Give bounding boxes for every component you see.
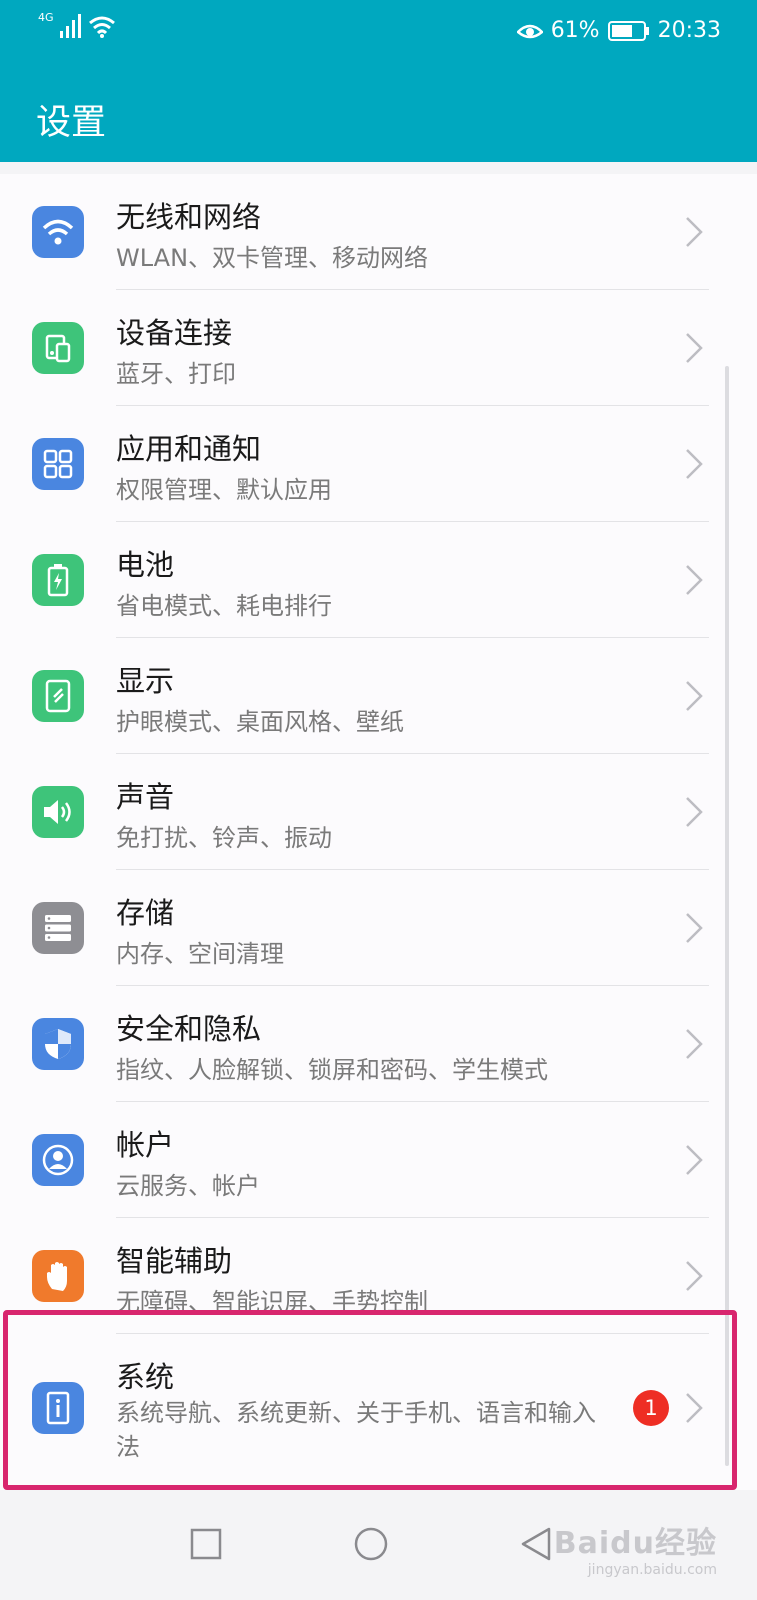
home-button[interactable] [347, 1520, 395, 1568]
network-type-label: 4G [38, 11, 54, 24]
chevron-right-icon [686, 449, 703, 479]
item-title: 安全和隐私 [116, 1012, 262, 1046]
recents-button[interactable] [182, 1520, 230, 1568]
chevron-right-icon [686, 797, 703, 827]
storage-icon [32, 902, 84, 954]
item-subtitle: 蓝牙、打印 [116, 360, 236, 388]
battery-percent: 61% [550, 18, 600, 43]
item-subtitle: 内存、空间清理 [116, 940, 284, 968]
settings-item-smart-assist[interactable]: 智能辅助 无障碍、智能识屏、手势控制 [0, 1218, 757, 1334]
item-title: 帐户 [116, 1128, 175, 1162]
settings-item-sound[interactable]: 声音 免打扰、铃声、振动 [0, 754, 757, 870]
settings-item-display[interactable]: 显示 护眼模式、桌面风格、壁纸 [0, 638, 757, 754]
square-icon [190, 1528, 222, 1560]
item-subtitle: 护眼模式、桌面风格、壁纸 [116, 708, 404, 736]
page-title: 设置 [36, 103, 107, 143]
chevron-right-icon [686, 1261, 703, 1291]
item-title: 应用和通知 [116, 432, 262, 466]
battery-icon [32, 554, 84, 606]
navigation-bar: Baidu经验 jingyan.baidu.com [0, 1490, 757, 1600]
item-subtitle: 免打扰、铃声、振动 [116, 824, 332, 852]
circle-icon [354, 1527, 388, 1561]
item-title: 系统 [116, 1360, 175, 1394]
item-title: 智能辅助 [116, 1244, 233, 1278]
status-right: 61% 20:33 [516, 18, 721, 43]
chevron-right-icon [686, 1145, 703, 1175]
item-subtitle: 云服务、帐户 [116, 1172, 260, 1200]
watermark-url: jingyan.baidu.com [587, 1562, 717, 1578]
shield-icon [32, 1018, 84, 1070]
app-bar: 设置 [0, 66, 757, 162]
signal-icon [59, 14, 81, 38]
display-icon [32, 670, 84, 722]
battery-status-icon [607, 20, 649, 41]
system-info-icon [32, 1382, 84, 1434]
item-subtitle: WLAN、双卡管理、移动网络 [116, 244, 429, 272]
watermark-brand: Baidu经验 [553, 1526, 717, 1561]
item-title: 设备连接 [116, 316, 233, 350]
triangle-back-icon [521, 1527, 551, 1561]
speaker-icon [32, 786, 84, 838]
chevron-right-icon [686, 913, 703, 943]
scrollbar[interactable] [725, 366, 729, 1466]
item-title: 电池 [116, 548, 175, 582]
hand-icon [32, 1250, 84, 1302]
settings-item-apps[interactable]: 应用和通知 权限管理、默认应用 [0, 406, 757, 522]
clock: 20:33 [657, 18, 721, 43]
settings-list: 无线和网络 WLAN、双卡管理、移动网络 设备连接 蓝牙、打印 应用和通知 权限… [0, 174, 757, 1490]
item-subtitle: 无障碍、智能识屏、手势控制 [116, 1288, 428, 1316]
status-left: 4G [38, 11, 116, 38]
device-connection-icon [32, 322, 84, 374]
chevron-right-icon [686, 565, 703, 595]
item-title: 声音 [116, 780, 175, 814]
settings-item-wireless[interactable]: 无线和网络 WLAN、双卡管理、移动网络 [0, 174, 757, 290]
item-title: 存储 [116, 896, 175, 930]
watermark: Baidu经验 jingyan.baidu.com [554, 1518, 717, 1578]
account-icon [32, 1134, 84, 1186]
chevron-right-icon [686, 1029, 703, 1059]
notification-badge: 1 [633, 1390, 669, 1426]
wifi-status-icon [88, 16, 115, 38]
chevron-right-icon [686, 333, 703, 363]
eye-comfort-icon [516, 24, 543, 38]
wifi-icon [32, 206, 84, 258]
chevron-right-icon [686, 1393, 703, 1423]
chevron-right-icon [686, 217, 703, 247]
settings-item-device-connection[interactable]: 设备连接 蓝牙、打印 [0, 290, 757, 406]
item-subtitle: 省电模式、耗电排行 [116, 592, 332, 620]
settings-item-battery[interactable]: 电池 省电模式、耗电排行 [0, 522, 757, 638]
item-subtitle: 系统导航、系统更新、关于手机、语言和输入法 [116, 1399, 596, 1461]
settings-item-security[interactable]: 安全和隐私 指纹、人脸解锁、锁屏和密码、学生模式 [0, 986, 757, 1102]
settings-item-storage[interactable]: 存储 内存、空间清理 [0, 870, 757, 986]
item-subtitle: 权限管理、默认应用 [116, 476, 332, 504]
item-subtitle: 指纹、人脸解锁、锁屏和密码、学生模式 [116, 1056, 548, 1084]
status-bar: 4G 61% 20:33 [0, 0, 757, 66]
apps-grid-icon [32, 438, 84, 490]
settings-item-system[interactable]: 系统 系统导航、系统更新、关于手机、语言和输入法 1 [0, 1334, 757, 1482]
item-title: 显示 [116, 664, 175, 698]
item-title: 无线和网络 [116, 200, 262, 234]
chevron-right-icon [686, 681, 703, 711]
settings-item-account[interactable]: 帐户 云服务、帐户 [0, 1102, 757, 1218]
